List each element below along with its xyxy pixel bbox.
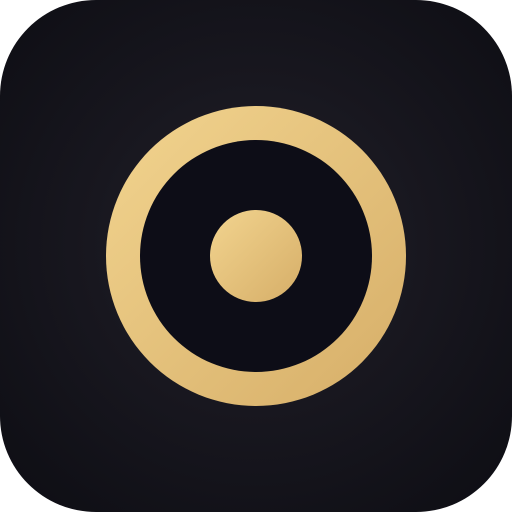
center-dot xyxy=(210,210,302,302)
record-target-icon xyxy=(106,106,406,406)
app-icon[interactable] xyxy=(0,0,512,512)
